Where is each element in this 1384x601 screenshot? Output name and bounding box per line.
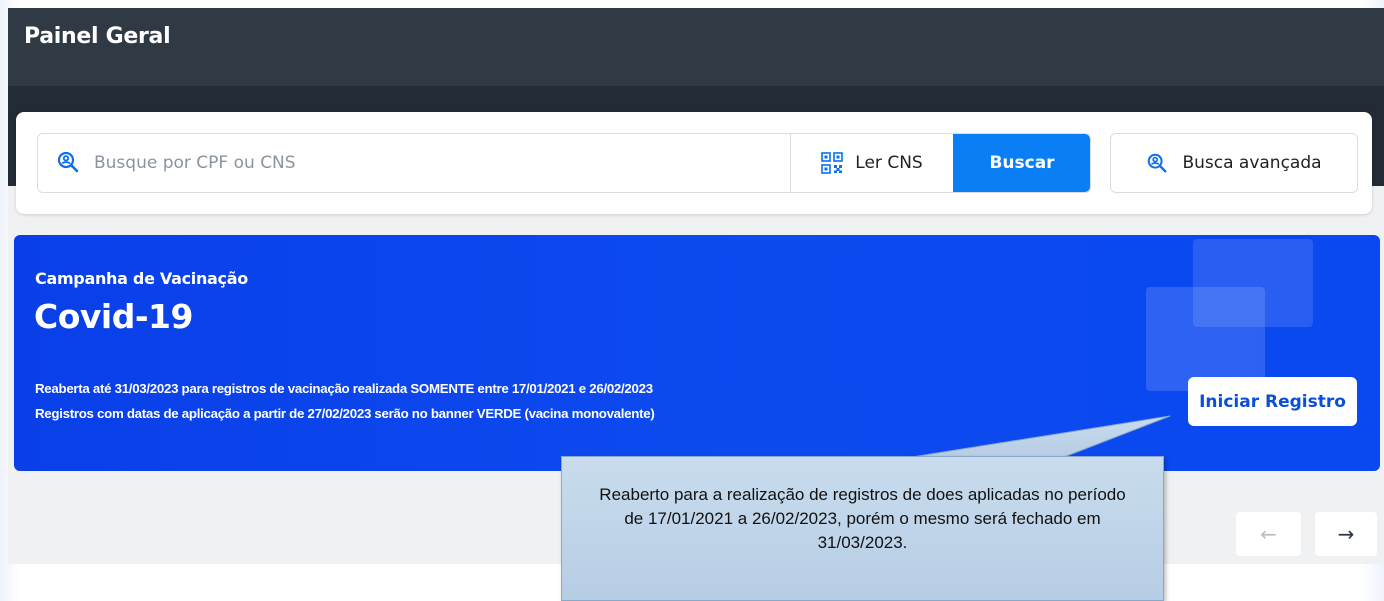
search-person-icon [1148,153,1167,173]
ler-cns-button[interactable]: Ler CNS [790,134,953,192]
campaign-title: Covid-19 [34,297,193,336]
callout-annotation: Reaberto para a realização de registros … [561,456,1164,601]
qr-code-icon [821,152,844,174]
campaign-banner: Campanha de Vacinação Covid-19 Reaberta … [14,235,1380,471]
ler-cns-label: Ler CNS [855,153,923,173]
arrow-left-icon: ← [1260,522,1277,546]
iniciar-registro-button[interactable]: Iniciar Registro [1188,377,1357,426]
advanced-search-button[interactable]: Busca avançada [1110,133,1358,193]
page-title: Painel Geral [24,24,171,49]
campaign-subtitle: Campanha de Vacinação [35,269,248,288]
advanced-search-label: Busca avançada [1182,153,1322,173]
app-header: Painel Geral [8,8,1384,86]
arrow-right-icon: → [1337,522,1355,546]
carousel-next-button[interactable]: → [1315,512,1377,556]
buscar-button[interactable]: Buscar [953,134,1090,192]
iniciar-registro-label: Iniciar Registro [1199,391,1346,412]
decorative-square [1146,287,1265,391]
search-card: Ler CNS Buscar Busca avançada [16,112,1372,214]
search-icon [57,151,79,173]
search-group: Ler CNS Buscar [37,133,1091,193]
search-input[interactable] [94,134,784,192]
carousel-prev-button[interactable]: ← [1236,512,1301,556]
callout-text: Reaberto para a realização de registros … [599,484,1126,552]
campaign-notice-line2: Registros com datas de aplicação a parti… [35,406,655,421]
buscar-label: Buscar [989,153,1055,173]
campaign-notice-line1: Reaberta até 31/03/2023 para registros d… [35,381,653,396]
